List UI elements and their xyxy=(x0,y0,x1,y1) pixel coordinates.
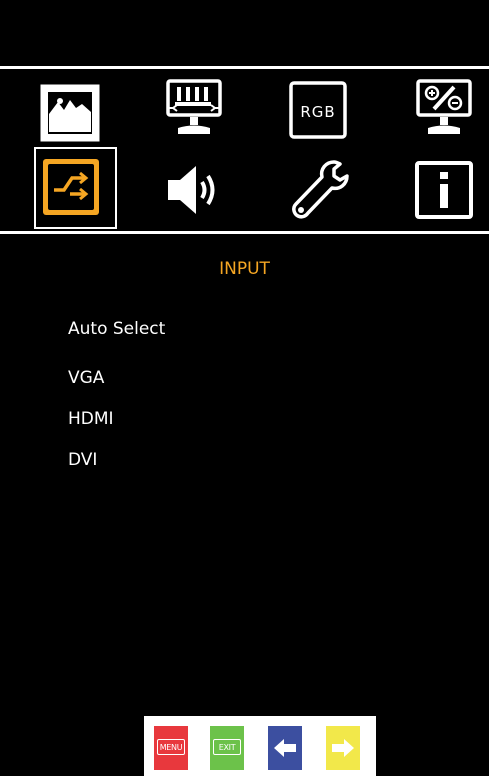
arrow-left-icon xyxy=(274,739,296,757)
rgb-icon-label: RGB xyxy=(300,103,335,121)
exit-button[interactable]: EXIT xyxy=(210,726,244,770)
arrow-right-icon xyxy=(332,739,354,757)
top-divider xyxy=(0,66,489,69)
menu-item-dvi[interactable]: DVI xyxy=(68,450,97,470)
bottom-divider xyxy=(0,231,489,234)
left-button[interactable] xyxy=(268,726,302,770)
menu-item-auto-select[interactable]: Auto Select xyxy=(68,319,165,339)
rgb-icon[interactable]: RGB xyxy=(288,80,348,140)
menu-button[interactable]: MENU xyxy=(154,726,188,770)
exit-button-label: EXIT xyxy=(213,739,241,755)
display-icon[interactable] xyxy=(164,78,224,140)
footer-button-bar: MENU EXIT xyxy=(144,716,376,776)
settings-icon[interactable] xyxy=(288,156,352,222)
right-button[interactable] xyxy=(326,726,360,770)
menu-button-label: MENU xyxy=(157,739,185,755)
menu-item-vga[interactable]: VGA xyxy=(68,368,104,388)
information-icon[interactable] xyxy=(414,160,474,220)
picture-icon[interactable] xyxy=(40,84,100,142)
menu-item-hdmi[interactable]: HDMI xyxy=(68,409,114,429)
input-icon[interactable] xyxy=(40,156,102,218)
setup-icon[interactable] xyxy=(414,78,474,140)
menu-title: INPUT xyxy=(219,259,270,279)
audio-icon[interactable] xyxy=(164,160,228,220)
